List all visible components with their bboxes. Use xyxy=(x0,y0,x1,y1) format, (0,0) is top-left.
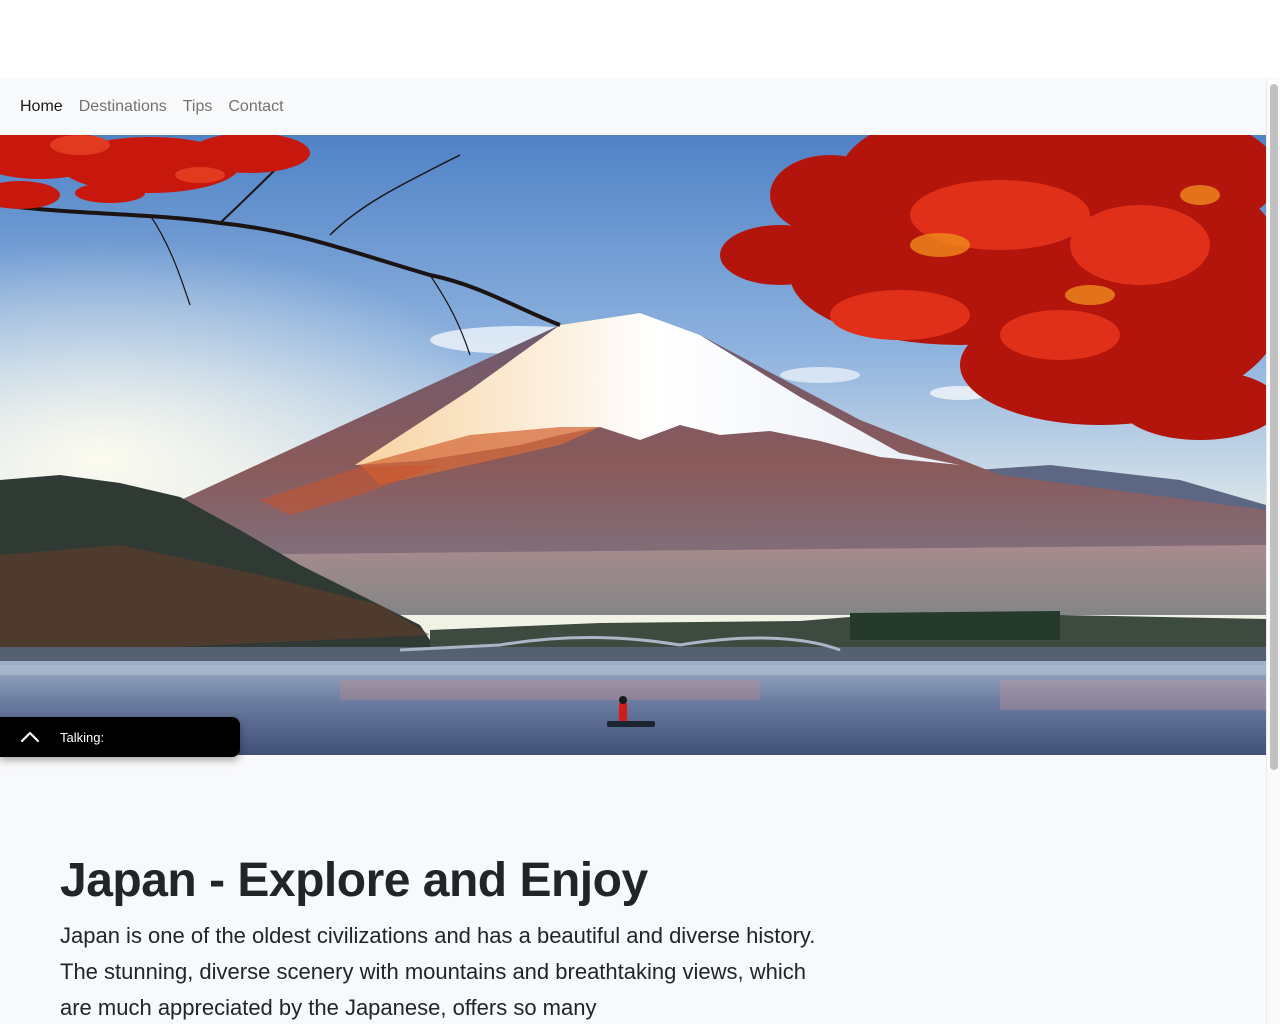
page-title: Japan - Explore and Enjoy xyxy=(60,854,648,907)
nav-destinations-link[interactable]: Destinations xyxy=(79,98,167,116)
browser-top-area xyxy=(0,0,1280,78)
navbar: Home Destinations Tips Contact xyxy=(0,78,1266,135)
nav-tips-link[interactable]: Tips xyxy=(183,98,213,116)
scrollbar-thumb[interactable] xyxy=(1270,84,1278,770)
intro-paragraph: Japan is one of the oldest civilizations… xyxy=(60,923,816,1020)
nav-contact-link[interactable]: Contact xyxy=(228,98,283,116)
page: Home Destinations Tips Contact Talking: … xyxy=(0,78,1266,1024)
talking-widget: Talking: xyxy=(0,717,240,757)
main-content: Japan - Explore and Enjoy Japan is one o… xyxy=(60,852,820,1024)
mount-fuji-landscape-image xyxy=(0,135,1266,755)
page-scrollbar[interactable] xyxy=(1266,78,1280,1024)
talking-label: Talking: xyxy=(60,729,105,745)
nav-home-link[interactable]: Home xyxy=(20,98,63,116)
chevron-up-icon[interactable] xyxy=(0,717,60,757)
hero-image xyxy=(0,135,1266,755)
